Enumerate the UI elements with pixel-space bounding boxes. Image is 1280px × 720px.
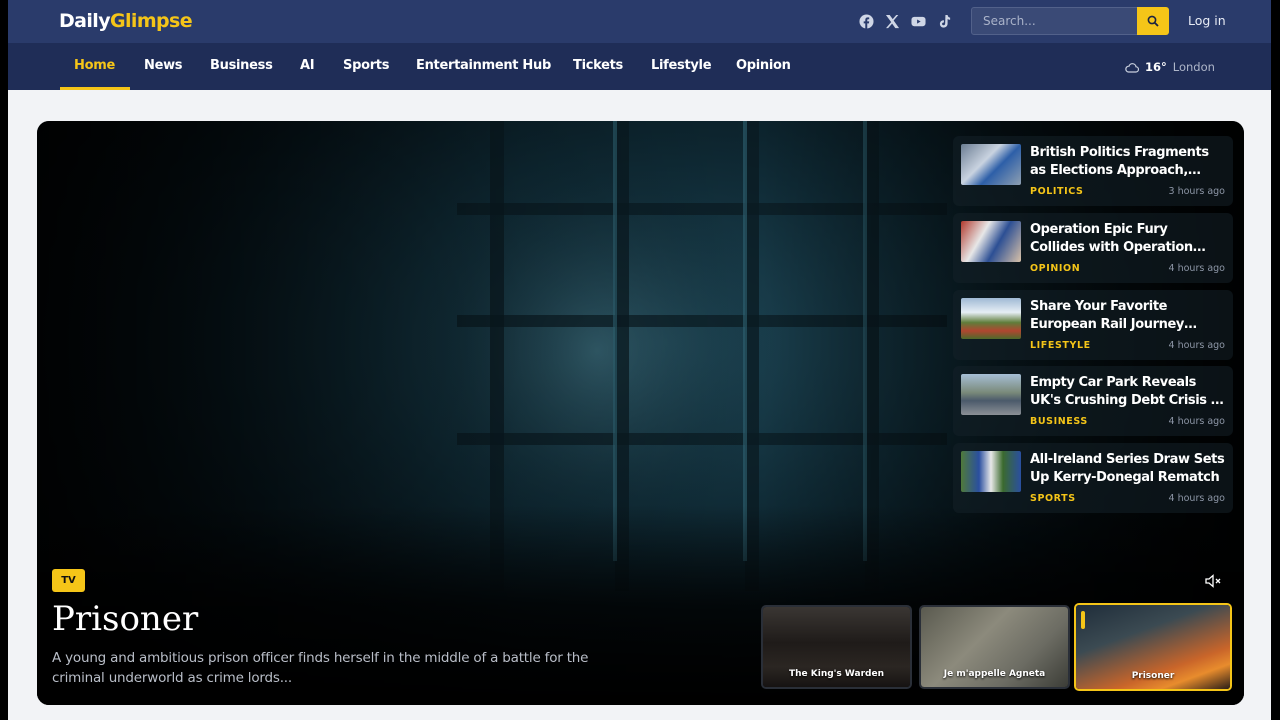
sidebar-news-item[interactable]: Share Your Favorite European Rail Journe… <box>953 290 1233 360</box>
search-button[interactable] <box>1137 7 1169 35</box>
page-frame: DailyGlimpse Search... Log in Home News … <box>8 0 1271 720</box>
top-bar: DailyGlimpse Search... Log in <box>8 0 1271 43</box>
news-title: Operation Epic Fury Collides with Operat… <box>1030 222 1193 255</box>
news-thumbnail <box>961 298 1021 339</box>
nav-sports[interactable]: Sports <box>343 43 389 90</box>
facebook-icon[interactable] <box>858 13 874 29</box>
sidebar-news-item[interactable]: Empty Car Park Reveals UK's Crushing Deb… <box>953 366 1233 436</box>
nav-news[interactable]: News <box>144 43 183 90</box>
logo-part-1: Daily <box>59 10 111 32</box>
nav-home[interactable]: Home <box>74 43 115 90</box>
card-label: Prisoner <box>1131 671 1175 681</box>
mute-button[interactable] <box>1205 574 1223 590</box>
news-time: 4 hours ago <box>1168 493 1225 504</box>
sidebar-news-item[interactable]: Operation Epic Fury Collides with Operat… <box>953 213 1233 283</box>
hero-section[interactable]: TV Prisoner A young and ambitious prison… <box>37 121 1244 705</box>
sidebar-news-item[interactable]: British Politics Fragments as Elections … <box>953 136 1233 206</box>
youtube-icon[interactable] <box>910 13 926 29</box>
cloud-icon <box>1125 62 1139 73</box>
nav-tickets[interactable]: Tickets <box>573 43 623 90</box>
news-title: Share Your Favorite European Rail Journe… <box>1030 299 1184 332</box>
weather-widget: 16° London <box>1125 60 1215 74</box>
site-logo[interactable]: DailyGlimpse <box>59 10 193 32</box>
news-title: British Politics Fragments as Elections … <box>1030 145 1209 178</box>
search-input[interactable]: Search... <box>971 7 1138 35</box>
hero-title[interactable]: Prisoner <box>52 599 198 639</box>
social-links <box>858 13 952 29</box>
news-thumbnail <box>961 451 1021 492</box>
login-link[interactable]: Log in <box>1188 13 1226 28</box>
x-icon[interactable] <box>884 13 900 29</box>
nav-ai[interactable]: AI <box>300 43 315 90</box>
news-category: OPINION <box>1030 263 1081 274</box>
category-badge: TV <box>52 569 85 592</box>
news-thumbnail <box>961 144 1021 185</box>
weather-city: London <box>1172 60 1215 74</box>
card-label: Je m'appelle Agneta <box>943 669 1046 679</box>
sidebar-news-item[interactable]: All-Ireland Series Draw Sets Up Kerry-Do… <box>953 443 1233 513</box>
search-icon <box>1147 15 1159 27</box>
news-time: 3 hours ago <box>1168 186 1225 197</box>
news-thumbnail <box>961 374 1021 415</box>
card-progress-indicator <box>1081 611 1085 629</box>
news-category: POLITICS <box>1030 186 1084 197</box>
card-label: The King's Warden <box>788 669 884 679</box>
nav-entertainment-hub[interactable]: Entertainment Hub <box>416 43 551 90</box>
carousel-card[interactable]: The King's Warden <box>761 605 912 689</box>
mute-icon <box>1205 574 1221 588</box>
news-title: All-Ireland Series Draw Sets Up Kerry-Do… <box>1030 452 1225 485</box>
weather-temp: 16° <box>1145 60 1167 74</box>
news-time: 4 hours ago <box>1168 416 1225 427</box>
carousel-card[interactable]: Je m'appelle Agneta <box>919 605 1070 689</box>
logo-part-2: Glimpse <box>110 10 193 32</box>
news-category: LIFESTYLE <box>1030 340 1091 351</box>
tiktok-icon[interactable] <box>936 13 952 29</box>
news-category: SPORTS <box>1030 493 1076 504</box>
nav-opinion[interactable]: Opinion <box>736 43 791 90</box>
active-nav-indicator <box>60 87 130 90</box>
news-category: BUSINESS <box>1030 416 1088 427</box>
hero-description: A young and ambitious prison officer fin… <box>52 650 589 686</box>
news-title: Empty Car Park Reveals UK's Crushing Deb… <box>1030 375 1224 408</box>
news-time: 4 hours ago <box>1168 340 1225 351</box>
news-thumbnail <box>961 221 1021 262</box>
carousel-card-active[interactable]: Prisoner <box>1074 603 1232 691</box>
nav-business[interactable]: Business <box>210 43 273 90</box>
nav-lifestyle[interactable]: Lifestyle <box>651 43 712 90</box>
main-nav: Home News Business AI Sports Entertainme… <box>8 43 1271 90</box>
news-time: 4 hours ago <box>1168 263 1225 274</box>
